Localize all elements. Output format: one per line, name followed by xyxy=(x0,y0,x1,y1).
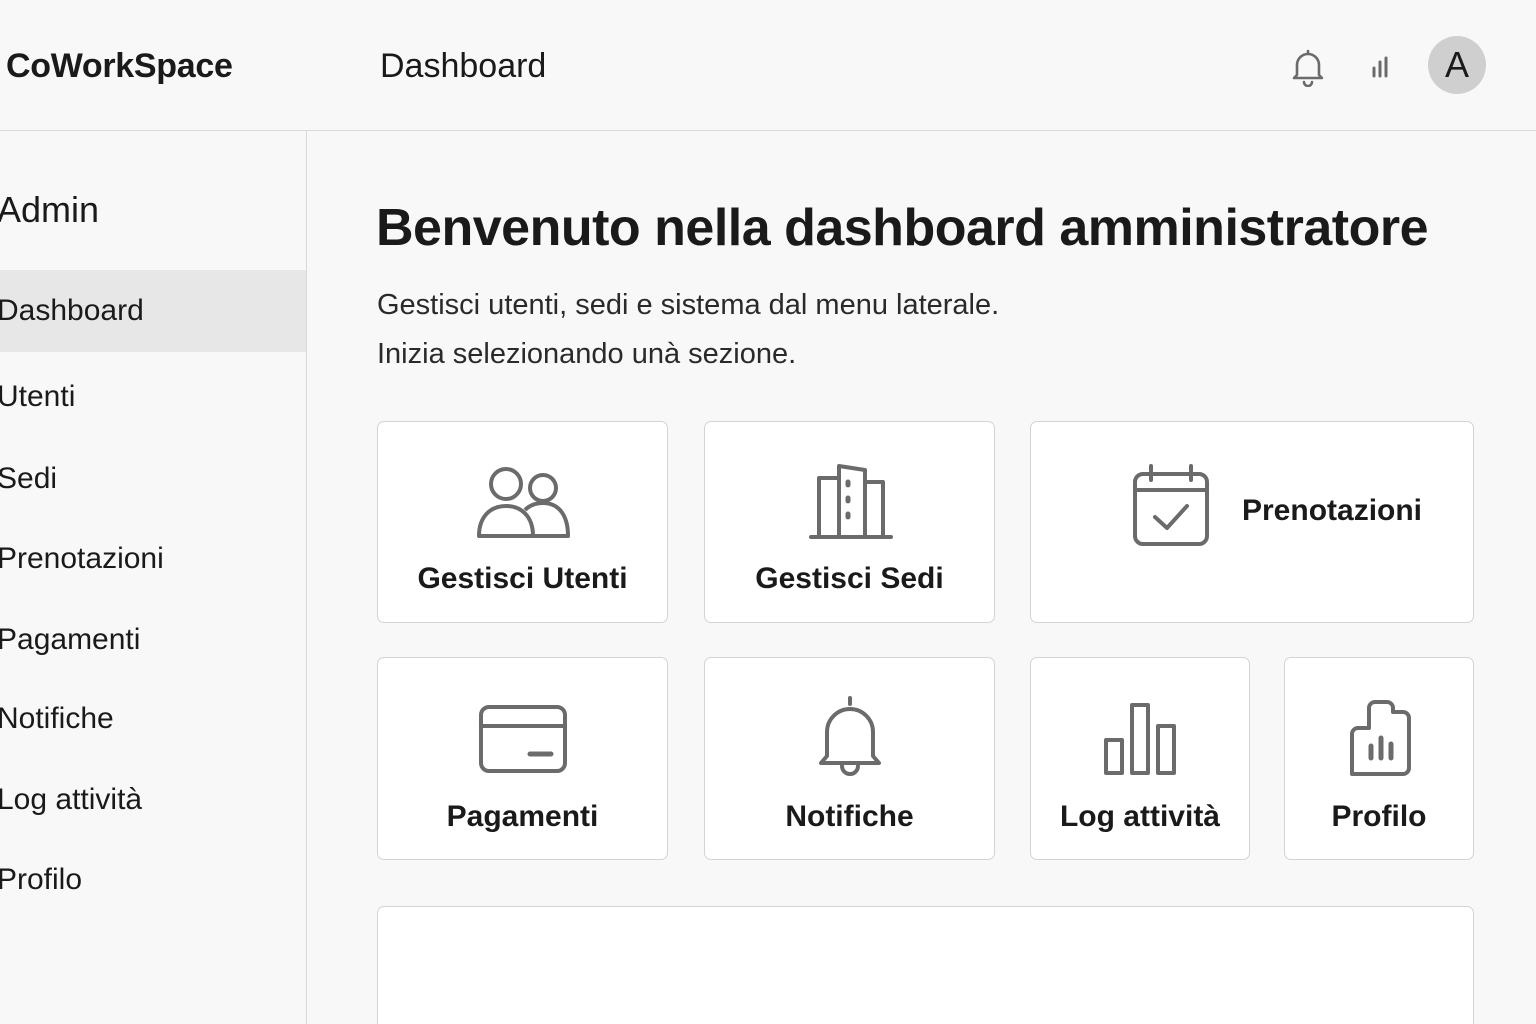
welcome-subtitle-line1: Gestisci utenti, sedi e sistema dal menu… xyxy=(377,289,1000,321)
building-icon xyxy=(809,460,893,540)
sidebar-item-pagamenti[interactable]: Pagamenti xyxy=(0,599,306,681)
card-gestisci-utenti[interactable]: Gestisci Utenti xyxy=(377,421,668,623)
sidebar-item-prenotazioni[interactable]: Prenotazioni xyxy=(0,518,306,600)
calendar-check-icon xyxy=(1131,464,1211,548)
sidebar-item-label: Profilo xyxy=(0,863,83,896)
card-notifiche[interactable]: Notifiche xyxy=(704,657,995,860)
sidebar-item-sedi[interactable]: Sedi xyxy=(0,438,306,520)
sidebar-item-label: Utenti xyxy=(0,380,76,413)
user-avatar[interactable]: A xyxy=(1428,36,1486,94)
card-label: Log attività xyxy=(1059,800,1220,833)
sidebar-item-label: Sedi xyxy=(0,462,58,495)
card-label: Notifiche xyxy=(785,800,914,833)
card-gestisci-sedi[interactable]: Gestisci Sedi xyxy=(704,421,995,623)
sidebar-item-profilo[interactable]: Profilo xyxy=(0,839,306,921)
users-icon xyxy=(476,464,572,540)
card-prenotazioni[interactable]: Prenotazioni xyxy=(1030,421,1474,623)
app-root: CoWorkSpace Dashboard A Admin Dashboard … xyxy=(0,0,1536,1024)
card-pagamenti[interactable]: Pagamenti xyxy=(377,657,668,860)
sidebar-heading: Admin xyxy=(0,189,100,230)
card-log-attivita[interactable]: Log attività xyxy=(1030,657,1250,860)
card-label: Gestisci Sedi xyxy=(755,562,944,595)
page-title: Dashboard xyxy=(380,47,547,85)
sidebar-item-label: Log attività xyxy=(0,783,143,816)
card-label: Gestisci Utenti xyxy=(417,562,628,595)
profile-chart-icon xyxy=(1349,700,1413,778)
sidebar-item-label: Dashboard xyxy=(0,294,144,327)
brand-logo[interactable]: CoWorkSpace xyxy=(6,47,233,86)
sidebar-item-notifiche[interactable]: Notifiche xyxy=(0,678,306,760)
sidebar-item-label: Notifiche xyxy=(0,702,114,735)
sidebar-item-label: Pagamenti xyxy=(0,623,141,656)
card-label: Pagamenti xyxy=(446,800,599,833)
bar-chart-icon xyxy=(1103,702,1179,776)
sidebar-item-label: Prenotazioni xyxy=(0,542,164,575)
sidebar: Admin Dashboard Utenti Sedi Prenotazioni… xyxy=(0,131,307,1024)
card-label: Prenotazioni xyxy=(1242,494,1423,527)
credit-card-icon xyxy=(478,704,568,774)
card-label: Profilo xyxy=(1331,800,1427,833)
stats-icon[interactable] xyxy=(1358,45,1402,89)
sidebar-item-dashboard[interactable]: Dashboard xyxy=(0,270,306,352)
notifications-bell-icon[interactable] xyxy=(1286,45,1330,89)
top-header: CoWorkSpace Dashboard A xyxy=(0,0,1536,131)
welcome-subtitle-line2: Inizia selezionando unà sezione. xyxy=(377,338,797,370)
sidebar-item-utenti[interactable]: Utenti xyxy=(0,356,306,438)
bell-icon xyxy=(815,694,885,778)
content-panel xyxy=(377,906,1474,1024)
welcome-title: Benvenuto nella dashboard amministratore xyxy=(376,199,1429,257)
sidebar-item-log-attivita[interactable]: Log attività xyxy=(0,759,306,841)
card-profilo[interactable]: Profilo xyxy=(1284,657,1474,860)
